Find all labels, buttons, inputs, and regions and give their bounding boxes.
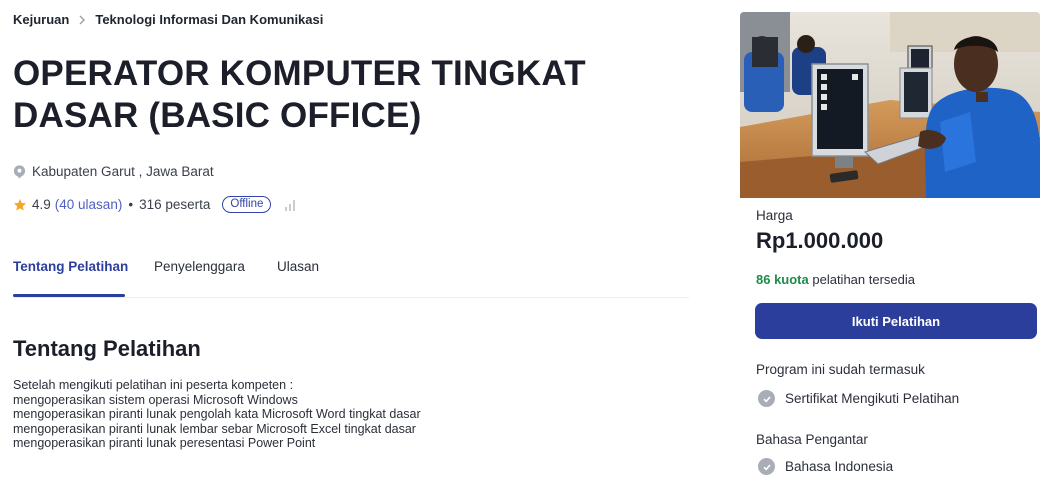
chevron-right-icon: [78, 15, 86, 25]
reviews-count[interactable]: (40 ulasan): [55, 197, 123, 212]
page-title: OPERATOR KOMPUTER TINGKAT DASAR (BASIC O…: [13, 54, 586, 135]
included-title: Program ini sudah termasuk: [756, 362, 925, 377]
mode-badge: Offline: [222, 196, 272, 213]
location-text: Kabupaten Garut , Jawa Barat: [32, 164, 214, 179]
stats-separator: •: [128, 197, 134, 212]
breadcrumb: Kejuruan Teknologi Informasi Dan Komunik…: [13, 12, 323, 27]
course-location: Kabupaten Garut , Jawa Barat: [13, 164, 214, 179]
section-title: Tentang Pelatihan: [13, 336, 201, 361]
join-training-button[interactable]: Ikuti Pelatihan: [755, 303, 1037, 339]
course-image: [740, 12, 1040, 198]
tab-tentang-pelatihan[interactable]: Tentang Pelatihan: [13, 259, 128, 274]
signal-bars-icon: [285, 199, 296, 211]
breadcrumb-current-link[interactable]: Teknologi Informasi Dan Komunikasi: [95, 12, 323, 27]
description-line: mengoperasikan piranti lunak lembar seba…: [13, 421, 416, 436]
check-circle-icon: [758, 458, 775, 475]
price-label: Harga: [756, 208, 793, 223]
included-item: Sertifikat Mengikuti Pelatihan: [758, 390, 959, 407]
quota-text: pelatihan tersedia: [808, 272, 915, 287]
included-item-label: Sertifikat Mengikuti Pelatihan: [785, 391, 960, 406]
check-circle-icon: [758, 390, 775, 407]
tab-ulasan[interactable]: Ulasan: [277, 259, 319, 274]
price-value: Rp1.000.000: [756, 228, 884, 253]
breadcrumb-root-link[interactable]: Kejuruan: [13, 12, 69, 27]
description-line: Setelah mengikuti pelatihan ini peserta …: [13, 378, 294, 392]
quota-count: 86 kuota: [756, 272, 809, 287]
language-item: Bahasa Indonesia: [758, 458, 893, 475]
tab-penyelenggara[interactable]: Penyelenggara: [154, 259, 245, 274]
description-line: mengoperasikan piranti lunak peresentasi…: [13, 436, 316, 450]
course-tabs: Tentang Pelatihan Penyelenggara Ulasan: [13, 242, 689, 298]
section-description: Setelah mengikuti pelatihan ini peserta …: [13, 378, 421, 451]
quota-info: 86 kuota pelatihan tersedia: [756, 272, 915, 287]
rating-value: 4.9: [32, 197, 51, 212]
location-pin-icon: [13, 164, 26, 179]
language-item-label: Bahasa Indonesia: [785, 459, 894, 474]
participants-count: 316 peserta: [139, 197, 211, 212]
star-icon: [13, 198, 27, 212]
active-tab-indicator: [13, 294, 125, 297]
enrollment-card: Harga Rp1.000.000 86 kuota pelatihan ter…: [740, 12, 1040, 486]
description-line: mengoperasikan piranti lunak pengolah ka…: [13, 407, 421, 421]
description-line: mengoperasikan sistem operasi Microsoft …: [13, 392, 298, 407]
course-stats: 4.9 (40 ulasan) • 316 peserta Offline: [13, 196, 296, 213]
language-title: Bahasa Pengantar: [756, 432, 868, 447]
